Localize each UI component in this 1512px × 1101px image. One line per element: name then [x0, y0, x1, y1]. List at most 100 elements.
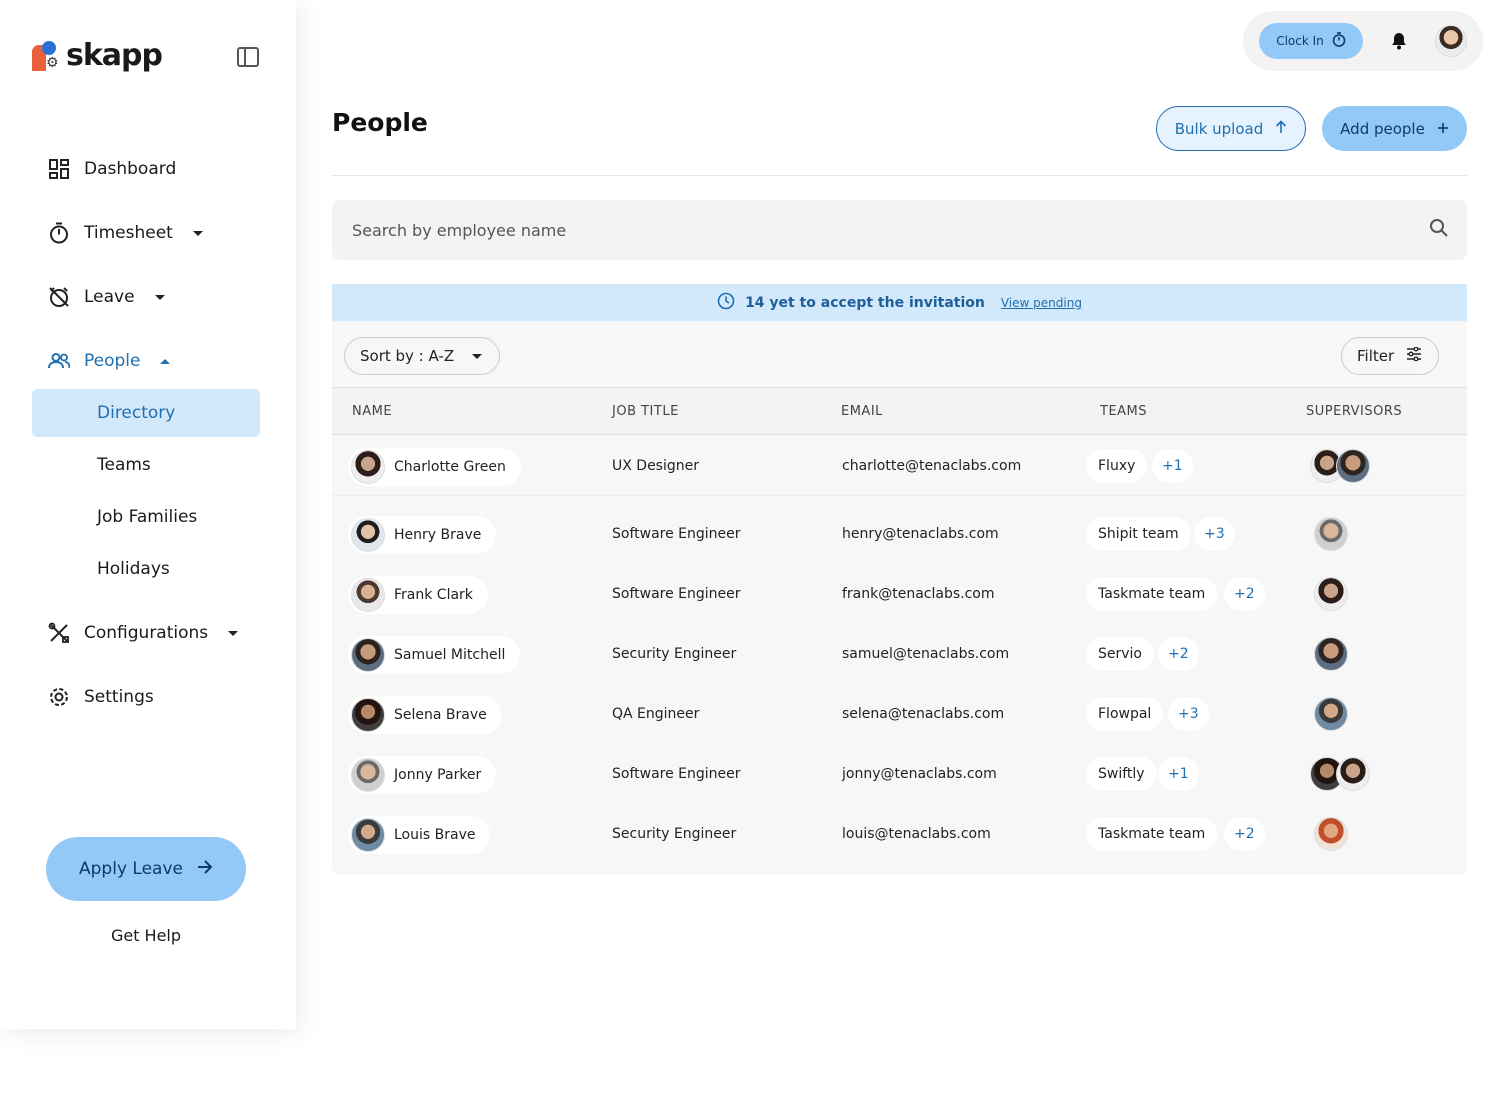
pending-invitations-banner: 14 yet to accept the invitation View pen… [332, 284, 1467, 321]
supervisors-group [1314, 517, 1348, 551]
search-icon[interactable] [1429, 218, 1449, 242]
supervisor-avatar[interactable] [1336, 757, 1370, 791]
employee-name-chip[interactable]: Selena Brave [348, 696, 502, 734]
sidebar-item-label: People [84, 351, 141, 371]
sidebar-subitem-teams[interactable]: Teams [32, 441, 260, 489]
table-row[interactable]: Frank Clark Software Engineer frank@tena… [332, 564, 1467, 624]
filter-sliders-icon [1406, 346, 1422, 365]
clock-in-button[interactable]: Clock In [1259, 23, 1363, 59]
avatar [351, 450, 385, 484]
avatar [351, 518, 385, 552]
header-divider [332, 175, 1467, 176]
supervisor-avatar[interactable] [1314, 817, 1348, 851]
sidebar-item-people[interactable]: People [48, 350, 171, 372]
table-row[interactable]: Jonny Parker Software Engineer jonny@ten… [332, 744, 1467, 804]
employee-name-chip[interactable]: Samuel Mitchell [348, 636, 521, 674]
job-title: Software Engineer [612, 526, 741, 542]
avatar [351, 698, 385, 732]
sidebar-item-configurations[interactable]: Configurations [48, 622, 239, 644]
job-title: Software Engineer [612, 586, 741, 602]
email: louis@tenaclabs.com [842, 826, 991, 842]
sidebar-subitem-holidays[interactable]: Holidays [32, 545, 260, 593]
employee-name-chip[interactable]: Jonny Parker [348, 756, 497, 794]
more-teams-chip[interactable]: +3 [1168, 697, 1209, 731]
job-title: Security Engineer [612, 826, 737, 842]
sidebar-item-label: Dashboard [84, 159, 177, 179]
sidebar-item-timesheet[interactable]: Timesheet [48, 222, 203, 244]
supervisor-avatar[interactable] [1336, 449, 1370, 483]
supervisor-avatar[interactable] [1314, 517, 1348, 551]
more-teams-chip[interactable]: +2 [1224, 577, 1265, 611]
job-title: UX Designer [612, 458, 699, 474]
sort-label: Sort by : A-Z [360, 347, 455, 365]
more-teams-chip[interactable]: +1 [1158, 757, 1199, 791]
sidebar: ⚙ skapp Dashboard Timesheet Leave People… [0, 0, 296, 1029]
filter-button[interactable]: Filter [1341, 337, 1439, 375]
column-header-name[interactable]: NAME [352, 404, 392, 419]
sort-dropdown[interactable]: Sort by : A-Z [344, 337, 500, 375]
sidebar-item-dashboard[interactable]: Dashboard [48, 158, 176, 180]
get-help-link[interactable]: Get Help [46, 926, 246, 945]
table-row[interactable]: Henry Brave Software Engineer henry@tena… [332, 504, 1467, 564]
table-row[interactable]: Selena Brave QA Engineer selena@tenaclab… [332, 684, 1467, 744]
view-pending-link[interactable]: View pending [1001, 296, 1082, 310]
notification-bell-icon[interactable] [1389, 31, 1409, 51]
supervisors-group [1314, 697, 1348, 731]
more-teams-chip[interactable]: +1 [1152, 449, 1193, 483]
supervisor-avatar[interactable] [1314, 577, 1348, 611]
more-teams-chip[interactable]: +3 [1194, 517, 1235, 551]
sidebar-collapse-icon[interactable] [237, 47, 259, 67]
employee-name-chip[interactable]: Frank Clark [348, 576, 488, 614]
chevron-up-icon [160, 358, 171, 364]
sidebar-subitem-job-families[interactable]: Job Families [32, 493, 260, 541]
column-header-job-title: JOB TITLE [612, 404, 679, 419]
top-bar: Clock In [1243, 11, 1483, 71]
people-table: Sort by : A-Z Filter NAME JOB TITLE EMAI… [332, 321, 1467, 875]
table-header: NAME JOB TITLE EMAIL TEAMS SUPERVISORS [332, 387, 1467, 435]
team-chip: Taskmate team [1086, 817, 1218, 851]
plus-icon [1437, 120, 1449, 138]
apply-leave-button[interactable]: Apply Leave [46, 837, 246, 901]
people-icon [48, 350, 70, 372]
sidebar-item-leave[interactable]: Leave [48, 286, 165, 308]
supervisors-group [1314, 637, 1348, 671]
team-chip: Servio [1086, 637, 1154, 671]
logo-icon: ⚙ [32, 40, 60, 71]
clock-icon [717, 292, 735, 314]
search-input[interactable] [352, 220, 1429, 240]
employee-name-chip[interactable]: Henry Brave [348, 516, 497, 554]
table-row[interactable]: Samuel Mitchell Security Engineer samuel… [332, 624, 1467, 684]
add-people-button[interactable]: Add people [1322, 106, 1467, 151]
employee-name: Henry Brave [394, 527, 482, 543]
logo[interactable]: ⚙ skapp [32, 38, 163, 73]
logo-text: skapp [66, 38, 163, 73]
email: jonny@tenaclabs.com [842, 766, 997, 782]
email: frank@tenaclabs.com [842, 586, 995, 602]
more-teams-chip[interactable]: +2 [1224, 817, 1265, 851]
bulk-upload-button[interactable]: Bulk upload [1156, 106, 1306, 151]
employee-name-chip[interactable]: Charlotte Green [348, 448, 521, 486]
chevron-down-icon [154, 294, 165, 300]
arrow-right-icon [197, 859, 213, 879]
filter-label: Filter [1357, 347, 1395, 365]
employee-name: Louis Brave [394, 827, 476, 843]
email: samuel@tenaclabs.com [842, 646, 1010, 662]
team-chip: Flowpal [1086, 697, 1164, 731]
timer-icon [48, 222, 70, 244]
more-teams-chip[interactable]: +2 [1158, 637, 1199, 671]
table-row[interactable]: Charlotte Green UX Designer charlotte@te… [332, 436, 1467, 496]
user-avatar[interactable] [1435, 25, 1467, 57]
sidebar-item-label: Timesheet [84, 223, 173, 243]
table-row[interactable]: Louis Brave Security Engineer louis@tena… [332, 804, 1467, 864]
tools-icon [48, 622, 70, 644]
supervisor-avatar[interactable] [1314, 697, 1348, 731]
avatar [351, 758, 385, 792]
email: selena@tenaclabs.com [842, 706, 1005, 722]
sidebar-subitem-directory[interactable]: Directory [32, 389, 260, 437]
team-chip: Fluxy [1086, 449, 1148, 483]
page-title: People [332, 108, 428, 137]
sidebar-item-settings[interactable]: Settings [48, 686, 154, 708]
chevron-down-icon [228, 630, 239, 636]
supervisor-avatar[interactable] [1314, 637, 1348, 671]
employee-name-chip[interactable]: Louis Brave [348, 816, 491, 854]
